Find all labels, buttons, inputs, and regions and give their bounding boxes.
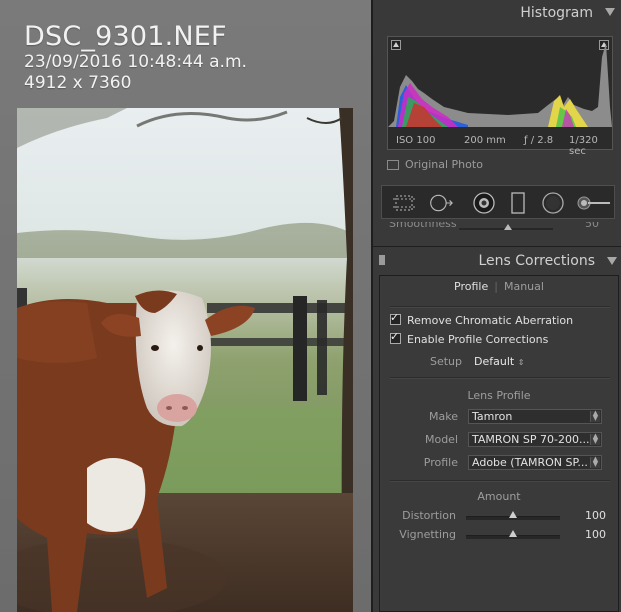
tab-profile[interactable]: Profile [454, 280, 488, 293]
histogram-aperture: ƒ / 2.8 [524, 135, 554, 146]
setup-dropdown[interactable]: Default ⇕ [474, 355, 524, 368]
red-eye-icon[interactable] [472, 191, 496, 215]
adjustment-brush-icon[interactable] [576, 191, 612, 215]
smoothness-label: Smoothness [389, 222, 457, 230]
model-label: Model [424, 433, 458, 446]
develop-panel: Histogram ISO 100 200 mm ƒ / 2.8 1/320 s… [371, 0, 621, 612]
smoothness-value: 50 [585, 222, 599, 230]
cow-photo-image [17, 108, 353, 612]
make-label: Make [429, 410, 458, 423]
checkbox-checked-icon[interactable] [390, 330, 401, 344]
histogram-title: Histogram [520, 5, 593, 21]
model-dropdown[interactable]: TAMRON SP 70-200... ▲ ▼ [468, 432, 602, 447]
vignetting-slider-thumb[interactable] [509, 530, 517, 537]
updown-arrow-icon: ⇕ [517, 358, 525, 367]
tab-manual[interactable]: Manual [504, 280, 544, 293]
smoothness-slider-peek: Smoothness 50 [373, 222, 621, 236]
profile-dropdown[interactable]: Adobe (TAMRON SP... ▲ ▼ [468, 455, 602, 470]
divider [390, 480, 610, 482]
photo-viewer: DSC_9301.NEF 23/09/2016 10:48:44 a.m. 49… [0, 0, 371, 612]
checkbox-checked-icon[interactable] [390, 311, 401, 325]
amount-title: Amount [477, 490, 521, 503]
updown-arrow-icon: ▲ ▼ [590, 433, 600, 445]
distortion-slider[interactable] [466, 511, 560, 520]
original-photo-toggle[interactable]: Original Photo [387, 158, 483, 171]
lens-corrections-title: Lens Corrections [478, 253, 595, 269]
collapse-triangle-icon[interactable] [605, 8, 615, 16]
lens-corrections-body: Profile | Manual Remove Chromatic Aberrati… [379, 275, 619, 612]
histogram-iso: ISO 100 [396, 135, 436, 146]
vignetting-slider[interactable] [466, 530, 560, 539]
vignetting-value[interactable]: 100 [576, 528, 606, 541]
remove-ca-label: Remove Chromatic Aberration [407, 314, 574, 327]
photo-dimensions: 4912 x 7360 [24, 73, 132, 93]
histogram-header[interactable]: Histogram [373, 0, 621, 28]
collapse-triangle-icon[interactable] [607, 257, 617, 265]
original-photo-label: Original Photo [405, 158, 483, 171]
histogram-curve [388, 43, 612, 127]
spot-removal-icon[interactable] [429, 191, 453, 215]
panel-switch-icon[interactable] [379, 255, 385, 265]
histogram-shutter: 1/320 sec [569, 135, 598, 157]
enable-profile-corrections-checkbox[interactable]: Enable Profile Corrections [390, 330, 549, 346]
histogram-graph[interactable]: ISO 100 200 mm ƒ / 2.8 1/320 sec [387, 36, 613, 157]
model-value: TAMRON SP 70-200... [472, 433, 590, 446]
divider [390, 377, 610, 379]
original-photo-checkbox[interactable] [387, 160, 399, 170]
histogram-focal-length: 200 mm [464, 135, 506, 146]
distortion-label: Distortion [402, 509, 456, 522]
crop-overlay-icon[interactable] [392, 191, 416, 215]
tool-strip [381, 185, 615, 219]
graduated-filter-icon[interactable] [506, 191, 530, 215]
tab-separator: | [494, 280, 498, 293]
radial-filter-icon[interactable] [541, 191, 565, 215]
updown-arrow-icon: ▲ ▼ [590, 410, 600, 422]
lens-profile-title: Lens Profile [467, 389, 531, 402]
divider [390, 306, 610, 308]
setup-label: Setup [429, 355, 462, 368]
photo-info-overlay: DSC_9301.NEF 23/09/2016 10:48:44 a.m. 49… [24, 22, 247, 94]
profile-value: Adobe (TAMRON SP... [472, 456, 588, 469]
setup-value: Default [474, 355, 515, 368]
photo-preview[interactable] [17, 108, 353, 612]
photo-filename: DSC_9301.NEF [24, 21, 227, 52]
profile-label: Profile [423, 456, 458, 469]
make-value: Tamron [472, 410, 513, 423]
vignetting-label: Vignetting [399, 528, 456, 541]
remove-chromatic-aberration-checkbox[interactable]: Remove Chromatic Aberration [390, 311, 574, 327]
distortion-value[interactable]: 100 [576, 509, 606, 522]
lens-corrections-header[interactable]: Lens Corrections [373, 246, 621, 275]
enable-profile-label: Enable Profile Corrections [407, 333, 549, 346]
lens-tabs: Profile | Manual [380, 280, 618, 302]
make-dropdown[interactable]: Tamron ▲ ▼ [468, 409, 602, 424]
distortion-slider-thumb[interactable] [509, 511, 517, 518]
smoothness-slider-thumb[interactable] [504, 224, 512, 230]
photo-datetime: 23/09/2016 10:48:44 a.m. [24, 52, 247, 72]
updown-arrow-icon: ▲ ▼ [590, 456, 600, 468]
